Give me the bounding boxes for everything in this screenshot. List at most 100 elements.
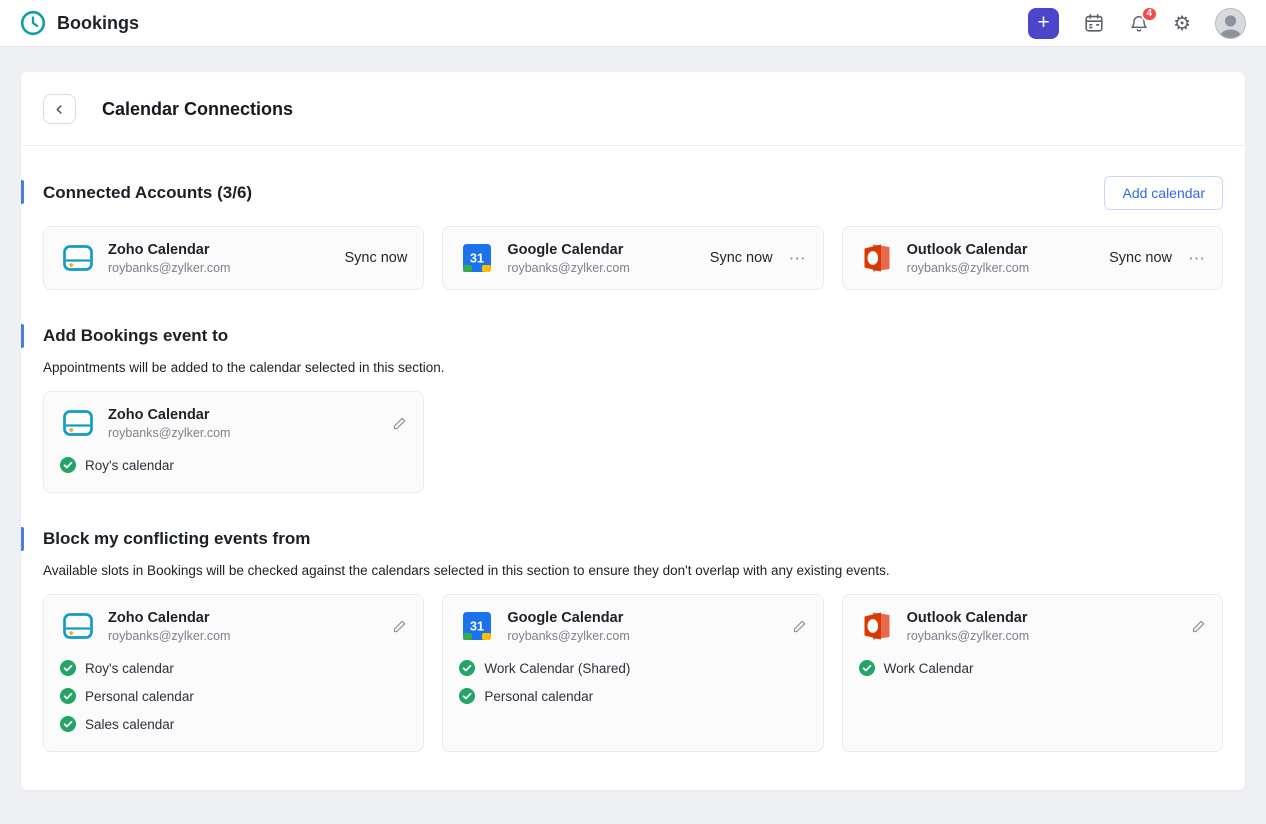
account-email: roybanks@zylker.com: [907, 261, 1029, 275]
edit-button[interactable]: [1191, 619, 1206, 634]
svg-text:31: 31: [470, 620, 484, 634]
section-description: Available slots in Bookings will be chec…: [43, 563, 1223, 578]
account-info: Zoho Calendar roybanks@zylker.com: [108, 242, 230, 275]
card-head: Zoho Calendar roybanks@zylker.com: [60, 608, 407, 644]
sync-now-button[interactable]: Sync now: [1109, 250, 1172, 266]
pencil-icon: [792, 619, 807, 634]
edit-button[interactable]: [392, 416, 407, 431]
card-head: Outlook Calendar roybanks@zylker.com: [859, 608, 1206, 644]
account-title: Zoho Calendar: [108, 407, 230, 423]
account-info: Outlook Calendar roybanks@zylker.com: [907, 610, 1029, 643]
more-menu-button[interactable]: ⋯: [1188, 250, 1206, 267]
calendar-list-item: Personal calendar: [459, 682, 806, 710]
check-icon: [459, 688, 475, 704]
card-actions: Sync now ⋯: [1109, 250, 1206, 267]
section-description: Appointments will be added to the calend…: [43, 360, 1223, 375]
panel-header: Calendar Connections: [21, 72, 1245, 146]
check-icon: [60, 688, 76, 704]
calendar-name: Personal calendar: [85, 689, 194, 704]
check-icon: [859, 660, 875, 676]
check-icon: [60, 457, 76, 473]
panel-body: Connected Accounts (3/6) Add calendar: [21, 176, 1245, 782]
account-info: Google Calendar roybanks@zylker.com: [507, 610, 629, 643]
calendar-view-button[interactable]: [1083, 12, 1105, 34]
card-actions: [1191, 619, 1206, 634]
check-icon: [459, 660, 475, 676]
section-title: Connected Accounts (3/6): [43, 183, 252, 203]
zoho-calendar-icon: [60, 240, 96, 276]
section-head: Add Bookings event to: [43, 320, 1223, 352]
calendar-list-item: Sales calendar: [60, 710, 407, 738]
connected-cards-row: Zoho Calendar roybanks@zylker.com Sync n…: [43, 226, 1223, 290]
user-avatar[interactable]: [1215, 8, 1246, 39]
block-card-google: 31 Google Calendar roybanks@zylker.com: [442, 594, 823, 752]
add-to-card-zoho: Zoho Calendar roybanks@zylker.com: [43, 391, 424, 493]
back-button[interactable]: [43, 94, 76, 124]
add-to-cards-row: Zoho Calendar roybanks@zylker.com: [43, 391, 1223, 493]
notification-badge: 4: [1141, 6, 1159, 22]
account-email: roybanks@zylker.com: [108, 426, 230, 440]
edit-button[interactable]: [792, 619, 807, 634]
pencil-icon: [392, 619, 407, 634]
card-head: 31 Google Calendar roybanks@zylker.com S…: [459, 240, 806, 276]
google-calendar-icon: 31: [459, 240, 495, 276]
block-card-outlook: Outlook Calendar roybanks@zylker.com: [842, 594, 1223, 752]
selected-calendar-list: Work Calendar (Shared) Personal calendar: [459, 654, 806, 710]
section-title: Block my conflicting events from: [43, 529, 310, 549]
block-card-zoho: Zoho Calendar roybanks@zylker.com: [43, 594, 424, 752]
check-icon: [60, 660, 76, 676]
card-actions: Sync now ⋯: [710, 250, 807, 267]
calendar-name: Roy's calendar: [85, 661, 174, 676]
card-head: Zoho Calendar roybanks@zylker.com: [60, 405, 407, 441]
app-brand: Bookings: [20, 10, 139, 36]
sync-now-button[interactable]: Sync now: [710, 250, 773, 266]
account-title: Google Calendar: [507, 242, 629, 258]
section-block-conflicting-events: Block my conflicting events from Availab…: [43, 523, 1223, 752]
pencil-icon: [392, 416, 407, 431]
connected-card-outlook: Outlook Calendar roybanks@zylker.com Syn…: [842, 226, 1223, 290]
card-head: Outlook Calendar roybanks@zylker.com Syn…: [859, 240, 1206, 276]
section-add-bookings-event: Add Bookings event to Appointments will …: [43, 320, 1223, 493]
calendar-name: Work Calendar (Shared): [484, 661, 630, 676]
settings-button[interactable]: ⚙: [1173, 11, 1191, 36]
person-icon: [1216, 11, 1245, 38]
account-info: Google Calendar roybanks@zylker.com: [507, 242, 629, 275]
zoho-calendar-icon: [60, 608, 96, 644]
more-menu-button[interactable]: ⋯: [789, 250, 807, 267]
gear-icon: ⚙: [1173, 11, 1191, 36]
card-actions: [392, 416, 407, 431]
account-info: Zoho Calendar roybanks@zylker.com: [108, 407, 230, 440]
calendar-name: Personal calendar: [484, 689, 593, 704]
app-title: Bookings: [57, 13, 139, 34]
pencil-icon: [1191, 619, 1206, 634]
section-accent-bar: [21, 527, 24, 551]
calendar-name: Sales calendar: [85, 717, 174, 732]
outlook-calendar-icon: [859, 240, 895, 276]
account-title: Zoho Calendar: [108, 242, 230, 258]
selected-calendar-list: Roy's calendar Personal calendar: [60, 654, 407, 738]
account-title: Outlook Calendar: [907, 242, 1029, 258]
selected-calendar-list: Work Calendar: [859, 654, 1206, 682]
create-new-button[interactable]: +: [1028, 8, 1059, 39]
selected-calendar-list: Roy's calendar: [60, 451, 407, 479]
edit-button[interactable]: [392, 619, 407, 634]
calendar-list-item: Personal calendar: [60, 682, 407, 710]
topbar-actions: + 4 ⚙: [1028, 8, 1246, 39]
account-info: Outlook Calendar roybanks@zylker.com: [907, 242, 1029, 275]
connected-card-zoho: Zoho Calendar roybanks@zylker.com Sync n…: [43, 226, 424, 290]
section-connected-accounts: Connected Accounts (3/6) Add calendar: [43, 176, 1223, 290]
calendar-list-item: Work Calendar (Shared): [459, 654, 806, 682]
card-head: 31 Google Calendar roybanks@zylker.com: [459, 608, 806, 644]
account-email: roybanks@zylker.com: [108, 261, 230, 275]
card-head: Zoho Calendar roybanks@zylker.com Sync n…: [60, 240, 407, 276]
notifications-button[interactable]: 4: [1129, 13, 1149, 34]
sync-now-button[interactable]: Sync now: [344, 250, 407, 266]
page-title: Calendar Connections: [102, 99, 293, 120]
section-head: Connected Accounts (3/6) Add calendar: [43, 176, 1223, 210]
plus-icon: +: [1037, 12, 1049, 33]
add-calendar-button[interactable]: Add calendar: [1104, 176, 1223, 210]
calendar-list-item: Work Calendar: [859, 654, 1206, 682]
calendar-connections-panel: Calendar Connections Connected Accounts …: [21, 72, 1245, 790]
account-info: Zoho Calendar roybanks@zylker.com: [108, 610, 230, 643]
zoho-calendar-icon: [60, 405, 96, 441]
